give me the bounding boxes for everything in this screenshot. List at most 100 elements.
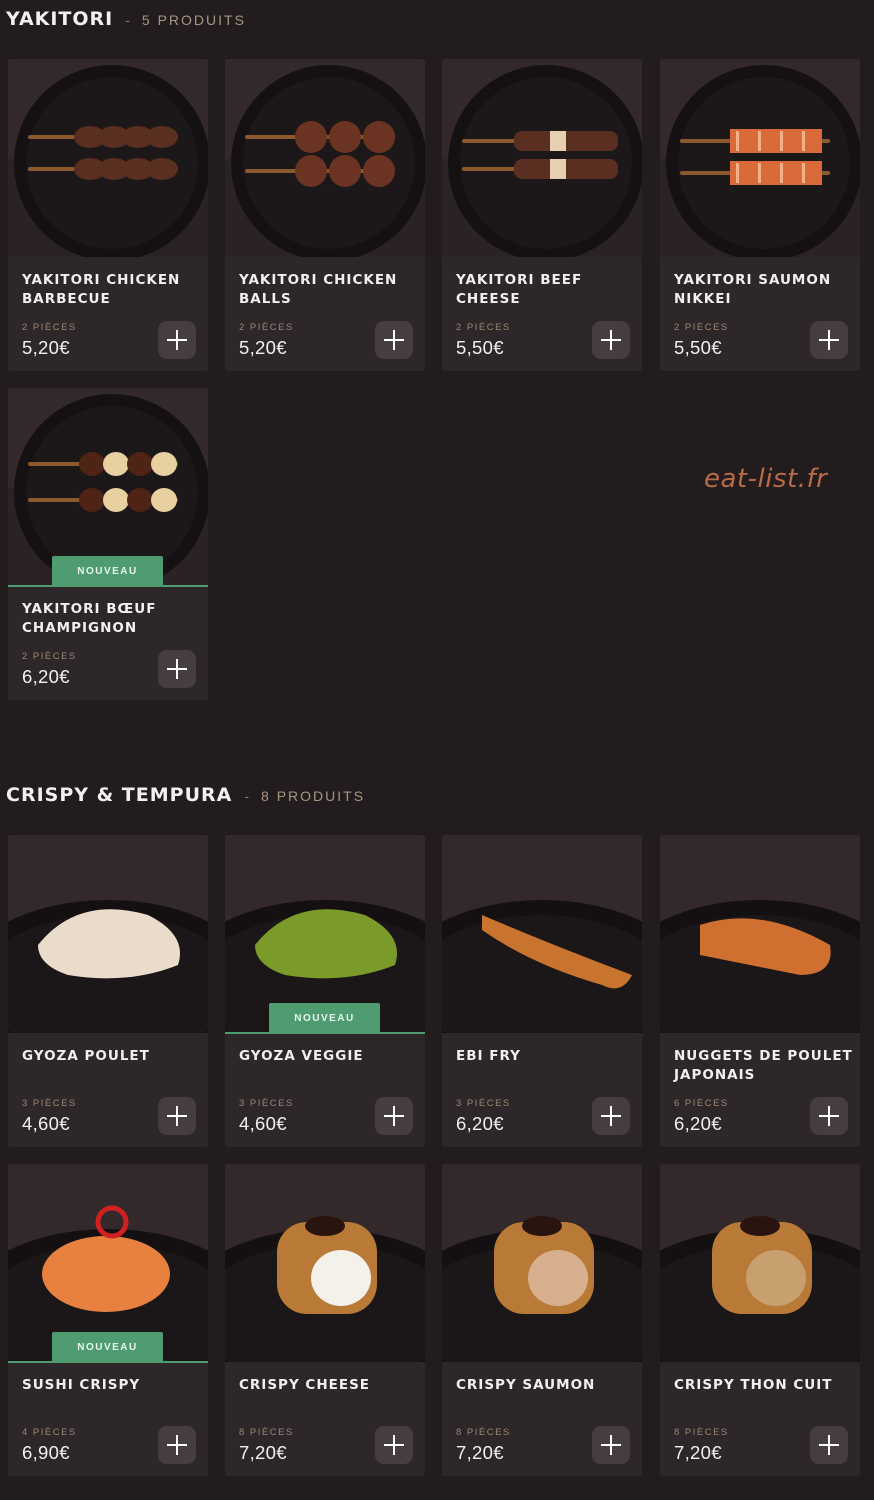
chicken-nuggets-image: [660, 835, 860, 1033]
product-image[interactable]: [660, 59, 860, 257]
product-name: GYOZA VEGGIE: [239, 1048, 364, 1064]
product-pieces: 2 PIÈCES: [239, 322, 294, 333]
add-to-cart-button[interactable]: [592, 321, 630, 359]
product-name: EBI FRY: [456, 1048, 521, 1064]
crispy-roll-tuna-image: [660, 1164, 860, 1362]
product-name: YAKITORI SAUMON NIKKEI: [674, 272, 832, 307]
plus-icon: [167, 1435, 187, 1455]
product-card[interactable]: NOUVEAU YAKITORI BŒUF CHAMPIGNON 2 PIÈCES 6…: [8, 388, 208, 700]
section-count: 8 PRODUITS: [261, 788, 366, 804]
crispy-roll-cheese-image: [225, 1164, 425, 1362]
product-card[interactable]: CRISPY CHEESE 8 PIÈCES 7,20€: [225, 1164, 425, 1476]
plus-icon: [167, 1106, 187, 1126]
section-separator: -: [244, 788, 250, 804]
product-pieces: 8 PIÈCES: [239, 1427, 294, 1438]
product-pieces: 2 PIÈCES: [22, 651, 77, 662]
plus-icon: [167, 659, 187, 679]
product-image[interactable]: [442, 1164, 642, 1362]
new-badge: NOUVEAU: [52, 556, 163, 586]
product-pieces: 3 PIÈCES: [239, 1098, 294, 1109]
product-name: YAKITORI BEEF CHEESE: [456, 272, 583, 307]
yakitori-chicken-balls-image: [225, 59, 425, 257]
gyoza-chicken-image: [8, 835, 208, 1033]
watermark: eat-list.fr: [704, 464, 828, 494]
product-name: YAKITORI BŒUF CHAMPIGNON: [22, 601, 157, 636]
section-separator: -: [125, 12, 130, 28]
plus-icon: [601, 1435, 621, 1455]
product-card[interactable]: YAKITORI CHICKEN BALLS 2 PIÈCES 5,20€: [225, 59, 425, 371]
ebi-fry-image: [442, 835, 642, 1033]
plus-icon: [601, 330, 621, 350]
product-price: 5,20€: [22, 337, 70, 358]
add-to-cart-button[interactable]: [592, 1097, 630, 1135]
plus-icon: [819, 1106, 839, 1126]
product-price: 4,60€: [239, 1113, 287, 1134]
product-pieces: 3 PIÈCES: [22, 1098, 77, 1109]
product-name: YAKITORI CHICKEN BALLS: [239, 272, 398, 307]
section-title: YAKITORI: [6, 8, 114, 30]
product-image[interactable]: [442, 835, 642, 1033]
product-card[interactable]: YAKITORI SAUMON NIKKEI 2 PIÈCES 5,50€: [660, 59, 860, 371]
product-image[interactable]: [660, 835, 860, 1033]
new-badge: NOUVEAU: [52, 1332, 163, 1362]
product-image[interactable]: [225, 1164, 425, 1362]
product-card[interactable]: NOUVEAU GYOZA VEGGIE 3 PIÈCES 4,60€: [225, 835, 425, 1147]
section-title: CRISPY & TEMPURA: [6, 784, 233, 806]
product-image[interactable]: [225, 59, 425, 257]
product-pieces: 2 PIÈCES: [456, 322, 511, 333]
plus-icon: [384, 1435, 404, 1455]
product-price: 7,20€: [456, 1442, 504, 1463]
add-to-cart-button[interactable]: [158, 1426, 196, 1464]
product-price: 6,20€: [456, 1113, 504, 1134]
product-name: CRISPY THON CUIT: [674, 1377, 833, 1393]
product-image[interactable]: [442, 59, 642, 257]
product-pieces: 6 PIÈCES: [674, 1098, 729, 1109]
add-to-cart-button[interactable]: [375, 321, 413, 359]
add-to-cart-button[interactable]: [810, 1097, 848, 1135]
product-name: SUSHI CRISPY: [22, 1377, 141, 1393]
product-pieces: 4 PIÈCES: [22, 1427, 77, 1438]
product-name: CRISPY CHEESE: [239, 1377, 371, 1393]
product-name: YAKITORI CHICKEN BARBECUE: [22, 272, 181, 307]
plus-icon: [819, 1435, 839, 1455]
product-card[interactable]: GYOZA POULET 3 PIÈCES 4,60€: [8, 835, 208, 1147]
product-name: CRISPY SAUMON: [456, 1377, 596, 1393]
product-card[interactable]: EBI FRY 3 PIÈCES 6,20€: [442, 835, 642, 1147]
add-to-cart-button[interactable]: [810, 321, 848, 359]
add-to-cart-button[interactable]: [158, 650, 196, 688]
product-pieces: 8 PIÈCES: [674, 1427, 729, 1438]
product-image[interactable]: [8, 59, 208, 257]
plus-icon: [819, 330, 839, 350]
product-card[interactable]: NOUVEAU SUSHI CRISPY 4 PIÈCES 6,90€: [8, 1164, 208, 1476]
product-image[interactable]: [8, 835, 208, 1033]
product-pieces: 3 PIÈCES: [456, 1098, 511, 1109]
add-to-cart-button[interactable]: [810, 1426, 848, 1464]
add-to-cart-button[interactable]: [158, 321, 196, 359]
product-card[interactable]: CRISPY THON CUIT 8 PIÈCES 7,20€: [660, 1164, 860, 1476]
product-price: 5,50€: [456, 337, 504, 358]
product-card[interactable]: YAKITORI BEEF CHEESE 2 PIÈCES 5,50€: [442, 59, 642, 371]
add-to-cart-button[interactable]: [158, 1097, 196, 1135]
yakitori-chicken-skewers-image: [8, 59, 208, 257]
plus-icon: [384, 330, 404, 350]
plus-icon: [167, 330, 187, 350]
crispy-roll-salmon-image: [442, 1164, 642, 1362]
section-header: YAKITORI -5 PRODUITS: [6, 8, 246, 32]
product-price: 6,20€: [674, 1113, 722, 1134]
product-card[interactable]: NUGGETS DE POULET JAPONAIS 6 PIÈCES 6,20€: [660, 835, 860, 1147]
add-to-cart-button[interactable]: [375, 1426, 413, 1464]
new-badge: NOUVEAU: [269, 1003, 380, 1033]
add-to-cart-button[interactable]: [592, 1426, 630, 1464]
product-price: 6,90€: [22, 1442, 70, 1463]
product-image[interactable]: [660, 1164, 860, 1362]
add-to-cart-button[interactable]: [375, 1097, 413, 1135]
product-price: 5,20€: [239, 337, 287, 358]
plus-icon: [601, 1106, 621, 1126]
product-price: 7,20€: [239, 1442, 287, 1463]
yakitori-salmon-image: [660, 59, 860, 257]
product-price: 6,20€: [22, 666, 70, 687]
product-card[interactable]: CRISPY SAUMON 8 PIÈCES 7,20€: [442, 1164, 642, 1476]
product-card[interactable]: YAKITORI CHICKEN BARBECUE 2 PIÈCES 5,20€: [8, 59, 208, 371]
section-header: CRISPY & TEMPURA -8 PRODUITS: [6, 784, 365, 808]
section-count: 5 PRODUITS: [141, 12, 246, 28]
